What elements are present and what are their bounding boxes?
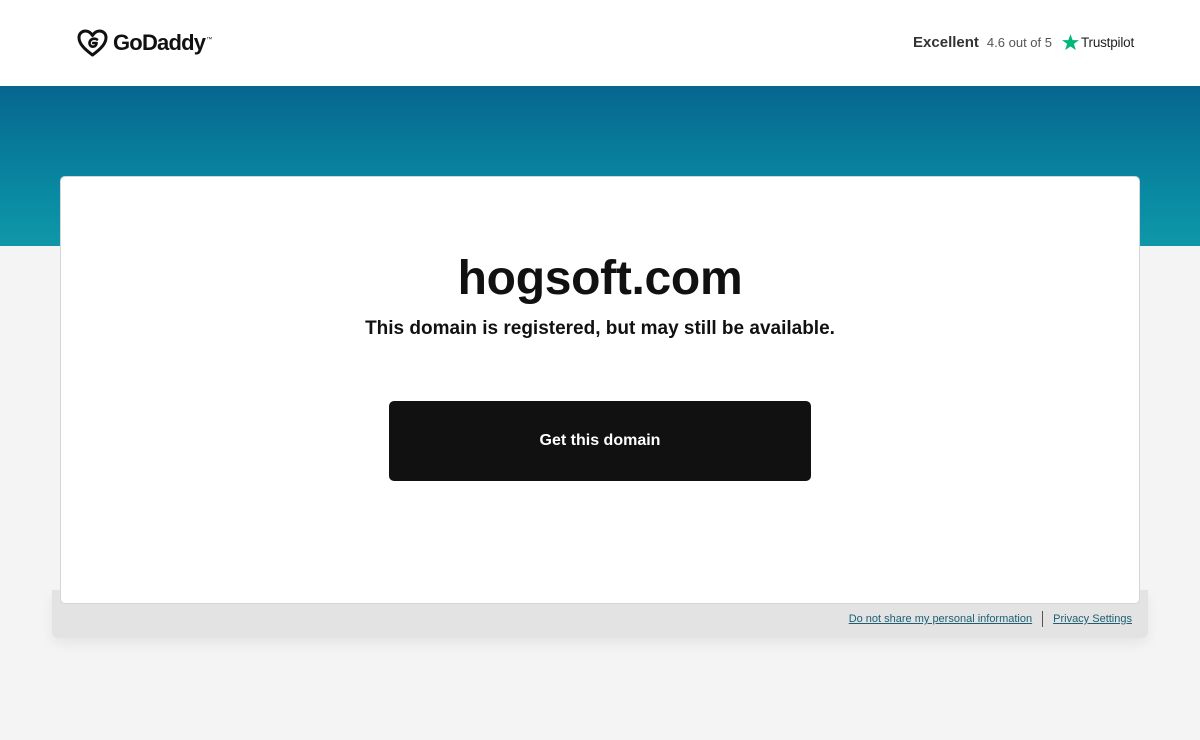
domain-name-title: hogsoft.com <box>457 252 743 305</box>
privacy-settings-link[interactable]: Privacy Settings <box>1053 613 1132 625</box>
star-icon <box>1062 34 1079 51</box>
domain-status-text: This domain is registered, but may still… <box>365 318 835 339</box>
do-not-share-link[interactable]: Do not share my personal information <box>849 613 1032 625</box>
logo-trademark: ™ <box>206 37 213 43</box>
trustpilot-rating-word: Excellent <box>913 34 979 51</box>
godaddy-heart-logo-icon <box>77 29 108 57</box>
footer-divider <box>1042 611 1044 627</box>
trustpilot-brand: Trustpilot <box>1080 35 1134 50</box>
site-header: GoDaddy ™ Excellent 4.6 out of 5 Trustpi… <box>0 0 1200 86</box>
domain-card: hogsoft.com This domain is registered, b… <box>60 176 1140 604</box>
get-this-domain-button[interactable]: Get this domain <box>389 401 811 481</box>
footer-links: Do not share my personal information Pri… <box>849 611 1132 627</box>
trustpilot-score: 4.6 out of 5 <box>986 35 1052 50</box>
logo-wordmark: GoDaddy <box>113 30 206 55</box>
trustpilot-rating[interactable]: Excellent 4.6 out of 5 Trustpilot <box>913 33 1134 52</box>
godaddy-logo[interactable]: GoDaddy ™ <box>77 29 212 57</box>
